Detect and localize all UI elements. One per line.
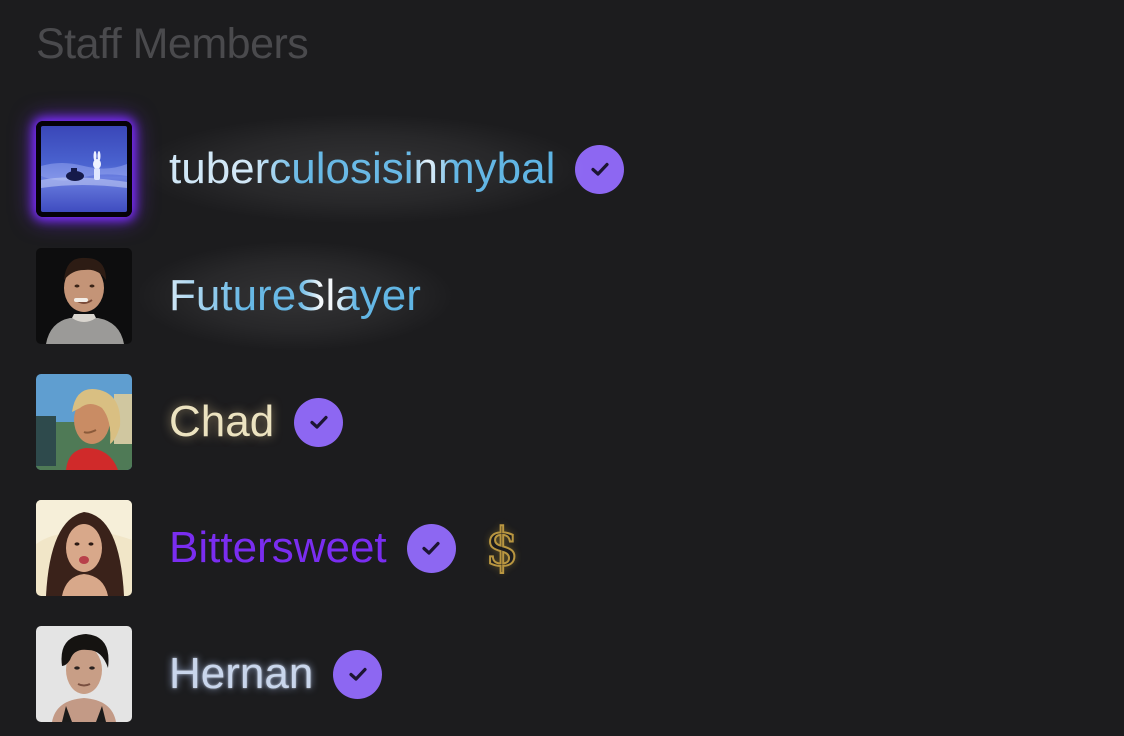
dollar-sign-icon: $ [485, 518, 520, 578]
member-name: Hernan [169, 649, 314, 698]
verified-badge-icon [575, 144, 625, 194]
member-row[interactable]: Chad [36, 374, 344, 470]
avatar [36, 500, 132, 596]
member-row[interactable]: FutureSlayer [36, 242, 451, 350]
name-glow: tuberculosisinmybal [138, 115, 586, 223]
avatar [36, 626, 132, 722]
member-name: tuberculosisinmybal [169, 144, 556, 193]
verified-badge-icon [406, 523, 456, 573]
verified-badge-icon [294, 397, 344, 447]
staff-members-panel: Staff Members tuberculosisinmybal Future… [0, 0, 1124, 736]
member-row[interactable]: tuberculosisinmybal [36, 115, 625, 223]
member-name: Bittersweet [169, 523, 387, 572]
member-row[interactable]: Hernan [36, 626, 383, 722]
avatar [36, 121, 132, 217]
verified-badge-icon [333, 649, 383, 699]
member-name: FutureSlayer [169, 271, 421, 320]
avatar [36, 248, 132, 344]
avatar [36, 374, 132, 470]
member-row[interactable]: Bittersweet $ [36, 500, 520, 596]
name-glow: FutureSlayer [139, 242, 451, 350]
section-title: Staff Members [36, 20, 309, 68]
member-name: Chad [169, 397, 275, 446]
